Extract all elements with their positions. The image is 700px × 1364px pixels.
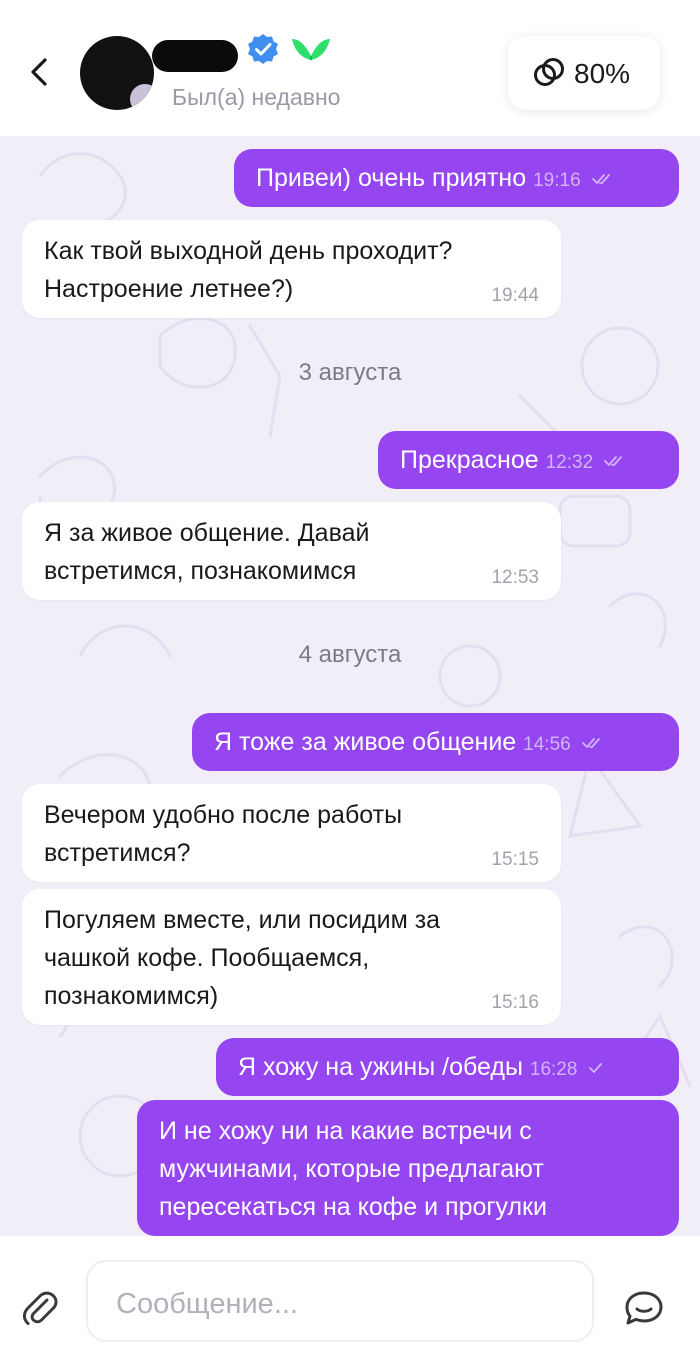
- message-text: И не хожу ни на какие встречи с мужчинам…: [159, 1117, 547, 1221]
- butterfly-logo-icon: [292, 39, 330, 60]
- check-icon: [589, 1063, 603, 1074]
- last-seen-status: Был(а) недавно: [172, 84, 341, 110]
- message-text: Прекрасное: [400, 446, 539, 474]
- rings-icon: [534, 58, 564, 86]
- compatibility-badge[interactable]: 80%: [508, 36, 660, 110]
- chat-header: Был(а) недавно 80%: [0, 0, 700, 136]
- date-separator: 4 августа: [298, 641, 402, 668]
- message-text: Привеи) очень приятно: [256, 164, 527, 192]
- incoming-message[interactable]: Как твой выходной день проходит? Настрое…: [22, 220, 561, 318]
- double-check-icon: [604, 456, 622, 467]
- contact-name-redacted[interactable]: [152, 40, 238, 72]
- outgoing-message[interactable]: Прекрасное 12:32: [378, 431, 679, 489]
- paperclip-icon[interactable]: [20, 1288, 60, 1328]
- incoming-message[interactable]: Вечером удобно после работы встретимся? …: [22, 784, 561, 882]
- message-text: Я хожу на ужины /обеды: [238, 1053, 523, 1081]
- chat-bubble-icon[interactable]: [622, 1288, 666, 1328]
- message-time: 12:32: [545, 452, 594, 473]
- message-input[interactable]: Сообщение...: [86, 1260, 594, 1342]
- double-check-icon: [591, 174, 610, 185]
- message-input-placeholder: Сообщение...: [116, 1288, 298, 1320]
- message-text: Вечером удобно после работы встретимся?: [44, 801, 403, 867]
- message-time: 14:56: [523, 734, 571, 755]
- message-time: 15:16: [491, 992, 539, 1013]
- message-time: 15:15: [491, 849, 539, 870]
- compatibility-value: 80%: [574, 58, 631, 89]
- outgoing-message[interactable]: И не хожу ни на какие встречи с мужчинам…: [137, 1100, 679, 1236]
- double-check-icon: [581, 738, 600, 749]
- back-chevron-icon[interactable]: [24, 52, 54, 92]
- avatar[interactable]: [80, 36, 154, 110]
- message-text: Я тоже за живое общение: [214, 728, 517, 756]
- message-list[interactable]: Привеи) очень приятно 19:16 Как твой вых…: [0, 136, 700, 1236]
- message-text: Как твой выходной день проходит? Настрое…: [44, 237, 453, 303]
- incoming-message[interactable]: Я за живое общение. Давай встретимся, по…: [22, 502, 561, 600]
- message-time: 19:16: [533, 170, 581, 191]
- outgoing-message[interactable]: Привеи) очень приятно 19:16: [234, 149, 679, 207]
- outgoing-message[interactable]: Я хожу на ужины /обеды 16:28: [216, 1038, 679, 1096]
- date-separator: 3 августа: [298, 359, 402, 386]
- outgoing-message[interactable]: Я тоже за живое общение 14:56: [192, 713, 679, 771]
- verified-badge-icon: [248, 34, 278, 64]
- incoming-message[interactable]: Погуляем вместе, или посидим за чашкой к…: [22, 889, 561, 1025]
- message-time: 19:44: [491, 285, 539, 306]
- message-text: Я за живое общение. Давай встретимся, по…: [44, 519, 370, 585]
- message-composer: Сообщение...: [0, 1236, 700, 1364]
- message-text: Погуляем вместе, или посидим за чашкой к…: [44, 906, 441, 1010]
- message-time: 16:28: [529, 1059, 578, 1080]
- message-time: 12:53: [491, 567, 539, 588]
